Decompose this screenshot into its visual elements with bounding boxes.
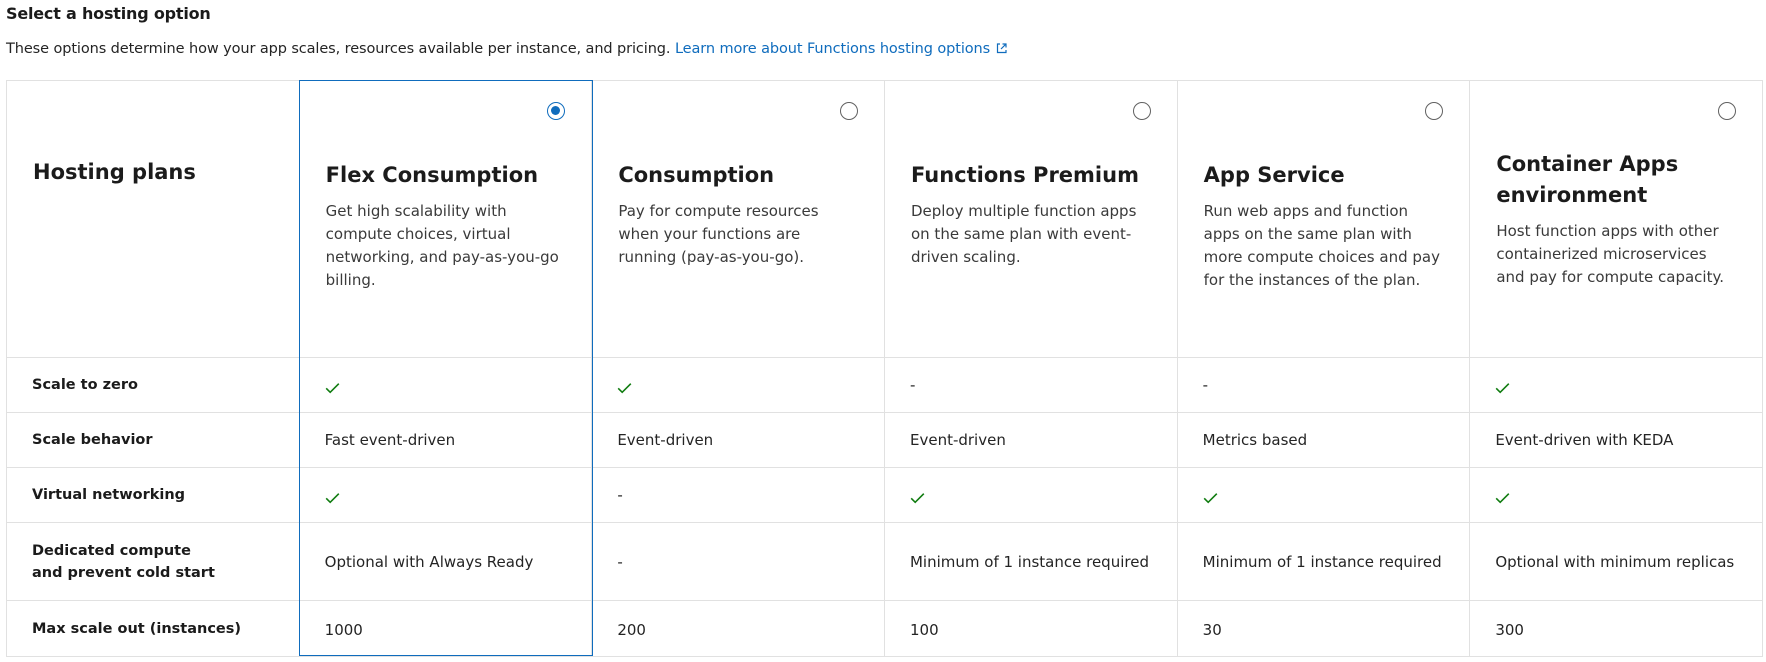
cell-value: Metrics based [1202,431,1308,449]
plan-radio-flex-consumption[interactable] [547,102,566,120]
cell-max-scale-out-functions-premium: 100 [884,601,1178,657]
plan-option-consumption[interactable]: Consumption Pay for compute resources whe… [592,81,885,358]
checkmark-icon [325,490,340,508]
cell-value: Event-driven with KEDA [1495,431,1674,449]
cell-max-scale-out-consumption: 200 [592,601,885,657]
not-available-dash: - [617,552,623,571]
not-available-dash: - [909,376,916,394]
description-text: These options determine how your app sca… [6,41,671,57]
row-label-dedicated-compute: Dedicated compute and prevent cold start [7,523,300,601]
cell-virtual-networking-container-apps-environment [1470,468,1763,523]
cell-scale-behavior-consumption: Event-driven [592,413,885,468]
cell-value: Fast event-driven [324,431,456,449]
row-label-virtual-networking: Virtual networking [7,468,300,523]
checkmark-icon [325,380,340,398]
plan-option-container-apps-environment[interactable]: Container Apps environment Host function … [1470,81,1763,358]
row-label-max-scale-out: Max scale out (instances) [7,601,300,657]
cell-value: Event-driven [909,431,1006,449]
plan-name: App Service [1203,163,1345,187]
plan-description: Host function apps with other containeri… [1496,222,1724,286]
cell-scale-to-zero-functions-premium: - [884,358,1178,413]
plan-radio-app-service[interactable] [1425,102,1444,120]
cell-dedicated-compute-app-service: Minimum of 1 instance required [1177,523,1471,601]
plan-description: Get high scalability with compute choice… [325,202,559,289]
cell-virtual-networking-app-service [1177,468,1471,523]
row-label-scale-behavior: Scale behavior [7,413,300,468]
plan-description: Deploy multiple function apps on the sam… [910,202,1137,266]
plan-option-functions-premium[interactable]: Functions Premium Deploy multiple functio… [884,81,1178,358]
checkmark-icon [910,490,925,508]
row-label-scale-to-zero: Scale to zero [7,358,300,413]
plan-name: Container Apps environment [1496,152,1679,207]
cell-dedicated-compute-flex-consumption: Optional with Always Ready [299,523,593,601]
checkmark-icon [1203,490,1218,508]
plan-description: Pay for compute resources when your func… [618,202,819,266]
row-label-text: Scale behavior [32,432,153,448]
cell-scale-behavior-flex-consumption: Fast event-driven [299,413,593,468]
cell-virtual-networking-functions-premium [884,468,1178,523]
checkmark-icon [1495,490,1510,508]
plan-radio-functions-premium[interactable] [1132,102,1151,120]
cell-virtual-networking-consumption: - [592,468,885,523]
cell-scale-to-zero-flex-consumption [299,358,593,413]
plan-radio-consumption[interactable] [839,102,858,120]
row-label-text: Virtual networking [32,487,186,503]
cell-value: 100 [909,620,939,639]
cell-scale-behavior-functions-premium: Event-driven [884,413,1178,468]
learn-more-link-label: Learn more about Functions hosting optio… [674,41,991,57]
plan-radio-container-apps-environment[interactable] [1717,102,1736,120]
not-available-dash: - [617,486,623,504]
cell-dedicated-compute-container-apps-environment: Optional with minimum replicas [1470,523,1763,601]
row-label-text: Max scale out (instances) [32,620,242,637]
cell-value: Event-driven [617,431,714,449]
section-description: These options determine how your app sca… [6,41,1007,57]
cell-scale-to-zero-consumption [592,358,885,413]
hosting-plans-label: Hosting plans [33,160,196,184]
not-available-dash: - [1202,376,1209,394]
cell-dedicated-compute-functions-premium: Minimum of 1 instance required [884,523,1178,601]
plan-name: Functions Premium [910,163,1139,187]
row-label-text: Scale to zero [32,377,139,393]
cell-max-scale-out-container-apps-environment: 300 [1470,601,1763,657]
cell-dedicated-compute-consumption: - [592,523,885,601]
cell-value: Minimum of 1 instance required [1202,552,1442,571]
cell-scale-to-zero-app-service: - [1177,358,1471,413]
cell-max-scale-out-app-service: 30 [1177,601,1471,657]
cell-max-scale-out-flex-consumption: 1000 [299,601,593,657]
plan-option-app-service[interactable]: App Service Run web apps and function app… [1177,81,1471,358]
hosting-plans-header: Hosting plans [7,81,300,358]
open-in-new-icon [996,43,1007,54]
cell-virtual-networking-flex-consumption [299,468,593,523]
cell-value: 300 [1495,620,1524,639]
plan-description: Run web apps and function apps on the sa… [1203,202,1440,289]
cell-value: Optional with minimum replicas [1495,552,1735,571]
plan-name: Flex Consumption [325,163,539,187]
row-label-text: Dedicated compute and prevent cold start [32,542,215,581]
cell-scale-behavior-app-service: Metrics based [1177,413,1471,468]
cell-value: Optional with Always Ready [324,552,534,571]
cell-value: 30 [1202,620,1222,639]
cell-value: 200 [617,620,646,639]
section-title: Select a hosting option [6,4,211,23]
checkmark-icon [1495,380,1510,398]
cell-scale-to-zero-container-apps-environment [1470,358,1763,413]
cell-value: Minimum of 1 instance required [909,552,1149,571]
checkmark-icon [617,380,632,398]
cell-value: 1000 [324,620,363,639]
plan-option-flex-consumption[interactable]: Flex Consumption Get high scalability wit… [299,81,593,358]
cell-scale-behavior-container-apps-environment: Event-driven with KEDA [1470,413,1763,468]
plan-name: Consumption [618,163,775,187]
learn-more-link[interactable]: Learn more about Functions hosting optio… [675,41,1007,57]
hosting-plans-table: Hosting plans Flex Consumption Get high s… [6,80,1763,657]
